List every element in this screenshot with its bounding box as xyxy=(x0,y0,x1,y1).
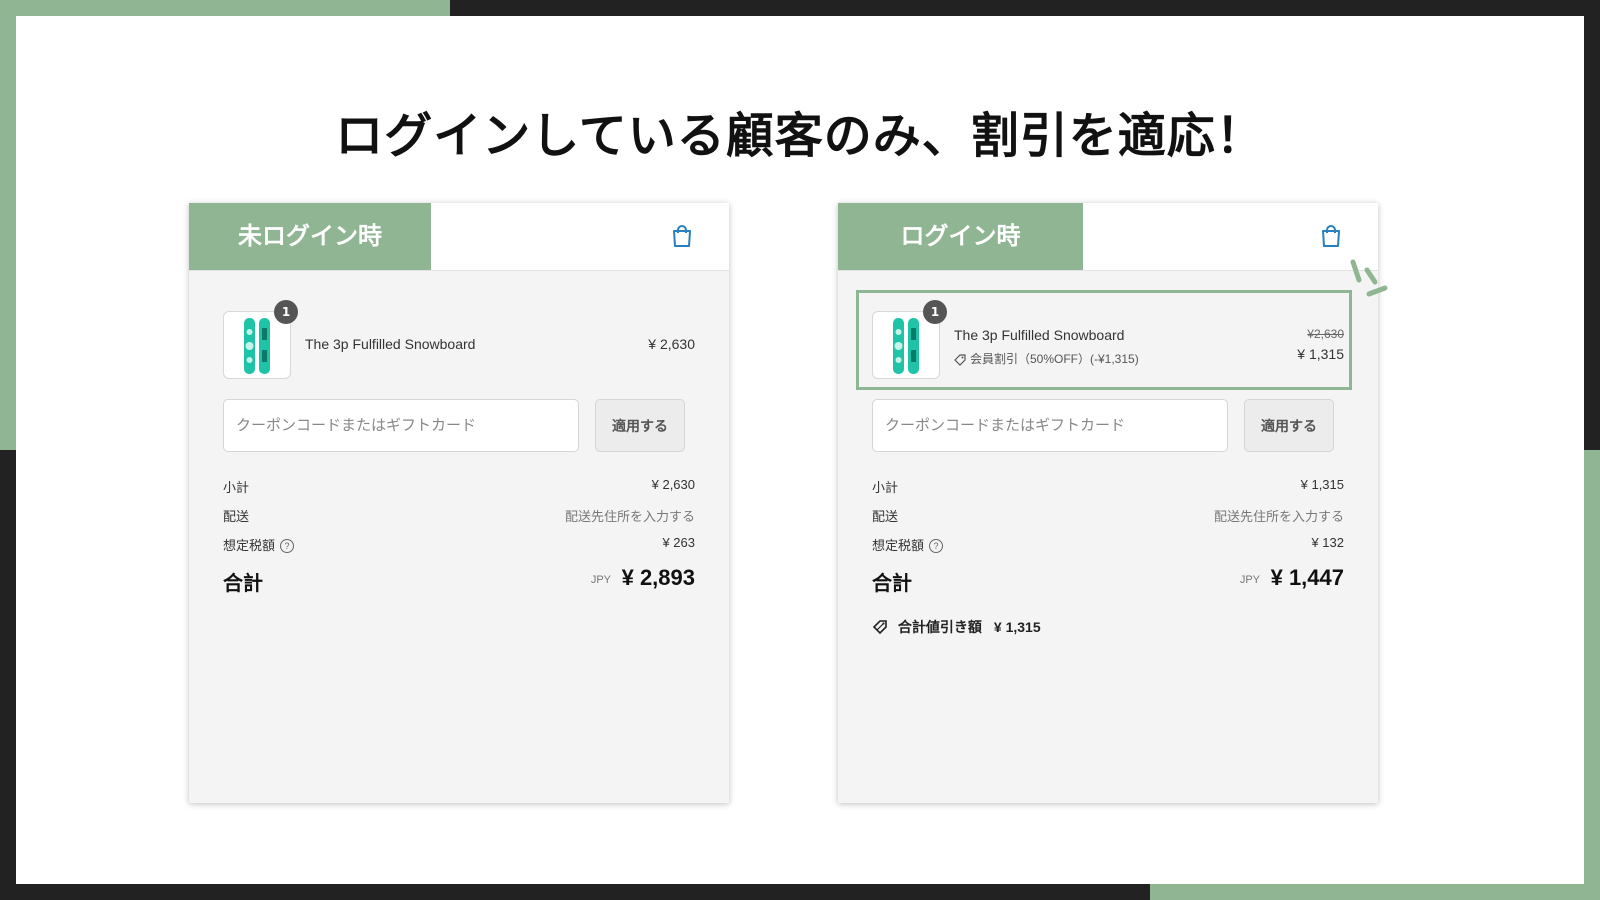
line-item: 1 The 3p Fulfilled Snowboard 会員割引（50%OFF… xyxy=(872,300,1344,379)
checkout-panel-guest: 未ログイン時 1 The 3p Fulfilled Snowboard ¥ 2,… xyxy=(189,203,729,803)
discount-text: 会員割引（50%OFF）(-¥1,315) xyxy=(970,352,1139,366)
total-currency: JPY xyxy=(1239,574,1260,586)
tax-value: ¥ 263 xyxy=(662,535,695,550)
sparkle-accent xyxy=(1350,259,1388,297)
tag-icon xyxy=(954,354,966,366)
panel-header: 未ログイン時 xyxy=(189,203,729,271)
total-value: ¥ 2,893 xyxy=(621,565,695,590)
coupon-input[interactable] xyxy=(872,399,1228,452)
total-savings-row: 合計値引き額 ¥ 1,315 xyxy=(872,617,1041,637)
slide-title: ログインしている顧客のみ、割引を適応！ xyxy=(335,108,1265,164)
shipping-value: 配送先住所を入力する xyxy=(1213,509,1344,524)
checkout-panel-member: ログイン時 1 The 3p Fulfilled Snowboard 会員割引（… xyxy=(838,203,1378,803)
line-item: 1 The 3p Fulfilled Snowboard ¥ 2,630 xyxy=(223,300,695,379)
subtotal-value: ¥ 1,315 xyxy=(1300,477,1344,492)
subtotal-row: 小計 ¥ 2,630 xyxy=(223,477,695,497)
shipping-row: 配送 配送先住所を入力する xyxy=(872,506,1344,526)
discounted-price: ¥ 1,315 xyxy=(1297,346,1344,362)
tax-label-group: 想定税額? xyxy=(872,535,944,554)
tax-row: 想定税額? ¥ 263 xyxy=(223,535,695,555)
panel-tab-label: 未ログイン時 xyxy=(189,203,431,270)
total-label: 合計 xyxy=(872,573,912,595)
total-currency: JPY xyxy=(590,574,611,586)
savings-label: 合計値引き額 xyxy=(897,619,982,635)
subtotal-row: 小計 ¥ 1,315 xyxy=(872,477,1344,497)
help-icon[interactable]: ? xyxy=(280,539,295,553)
total-row: 合計 JPY ¥ 1,447 xyxy=(872,563,1344,595)
product-name: The 3p Fulfilled Snowboard xyxy=(954,327,1125,343)
subtotal-label: 小計 xyxy=(223,480,250,495)
quantity-badge: 1 xyxy=(274,300,298,324)
product-price: ¥ 2,630 xyxy=(648,336,695,352)
original-price: ¥2,630 xyxy=(1307,327,1344,341)
subtotal-value: ¥ 2,630 xyxy=(651,477,695,492)
shipping-label: 配送 xyxy=(223,509,250,524)
shopping-bag-icon[interactable] xyxy=(671,224,693,248)
total-value: ¥ 1,447 xyxy=(1270,565,1344,590)
apply-coupon-button[interactable]: 適用する xyxy=(595,399,685,452)
shipping-value: 配送先住所を入力する xyxy=(564,509,695,524)
tax-value: ¥ 132 xyxy=(1311,535,1344,550)
shipping-row: 配送 配送先住所を入力する xyxy=(223,506,695,526)
coupon-input[interactable] xyxy=(223,399,579,452)
shipping-label: 配送 xyxy=(872,509,899,524)
tag-icon xyxy=(872,620,887,635)
help-icon[interactable]: ? xyxy=(929,539,944,553)
product-thumbnail: 1 xyxy=(872,300,947,379)
apply-coupon-button[interactable]: 適用する xyxy=(1244,399,1334,452)
subtotal-label: 小計 xyxy=(872,480,899,495)
product-thumbnail: 1 xyxy=(223,300,298,379)
discount-line: 会員割引（50%OFF）(-¥1,315) xyxy=(954,350,1139,367)
total-row: 合計 JPY ¥ 2,893 xyxy=(223,563,695,595)
tax-label: 想定税額 xyxy=(223,538,276,553)
tax-label-group: 想定税額? xyxy=(223,535,295,554)
quantity-badge: 1 xyxy=(923,300,947,324)
tax-row: 想定税額? ¥ 132 xyxy=(872,535,1344,555)
savings-value: ¥ 1,315 xyxy=(993,619,1041,635)
tax-label: 想定税額 xyxy=(872,538,925,553)
panel-tab-label: ログイン時 xyxy=(838,203,1083,270)
total-label: 合計 xyxy=(223,573,263,595)
shopping-bag-icon[interactable] xyxy=(1320,224,1342,248)
product-name: The 3p Fulfilled Snowboard xyxy=(305,336,476,352)
panel-header: ログイン時 xyxy=(838,203,1378,271)
